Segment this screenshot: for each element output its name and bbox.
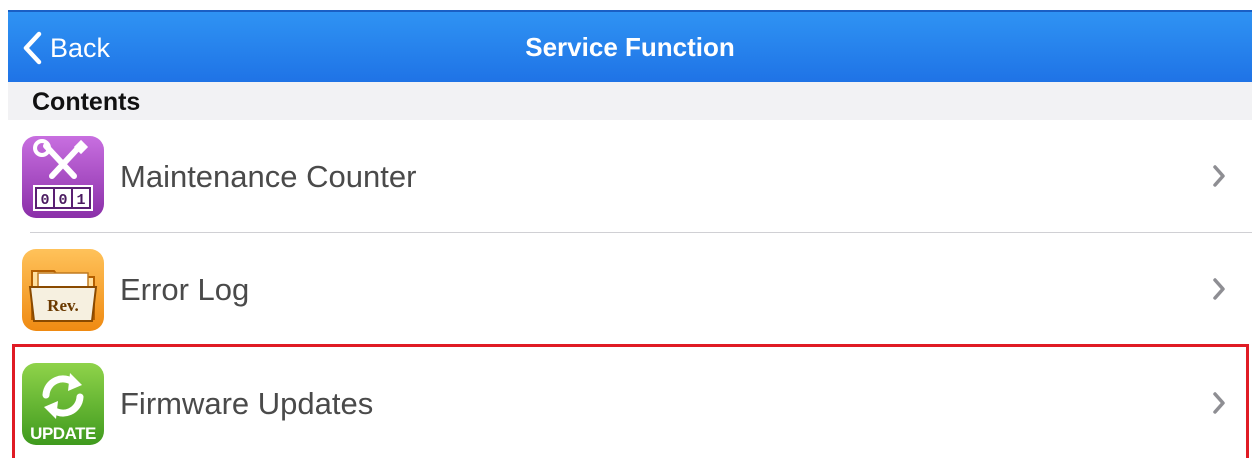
list-item-maintenance-counter[interactable]: 0 0 1 Maintenance Counter xyxy=(8,120,1252,234)
page-title: Service Function xyxy=(525,32,735,62)
error-log-folder-icon: Rev. xyxy=(22,249,104,331)
svg-text:0: 0 xyxy=(40,192,49,209)
chevron-right-icon xyxy=(1213,165,1225,187)
screen: Back Service Function Contents 0 0 1 Mai… xyxy=(0,0,1252,458)
svg-text:0: 0 xyxy=(58,192,67,209)
svg-text:1: 1 xyxy=(76,192,85,209)
maintenance-counter-icon: 0 0 1 xyxy=(22,136,104,218)
svg-text:Rev.: Rev. xyxy=(47,296,79,315)
list-item-error-log[interactable]: Rev. Error Log xyxy=(8,233,1252,347)
navigation-bar: Back Service Function xyxy=(8,10,1252,82)
section-header: Contents xyxy=(8,82,1252,120)
list-item-label: Error Log xyxy=(120,272,250,307)
svg-text:UPDATE: UPDATE xyxy=(30,424,96,443)
section-title: Contents xyxy=(32,88,141,116)
chevron-right-icon xyxy=(1213,392,1225,414)
list-item-firmware-updates[interactable]: UPDATE Firmware Updates xyxy=(8,347,1252,458)
chevron-right-icon xyxy=(1213,278,1225,300)
list-item-label: Firmware Updates xyxy=(120,386,374,421)
list-item-label: Maintenance Counter xyxy=(120,159,417,194)
firmware-update-icon: UPDATE xyxy=(22,363,104,445)
